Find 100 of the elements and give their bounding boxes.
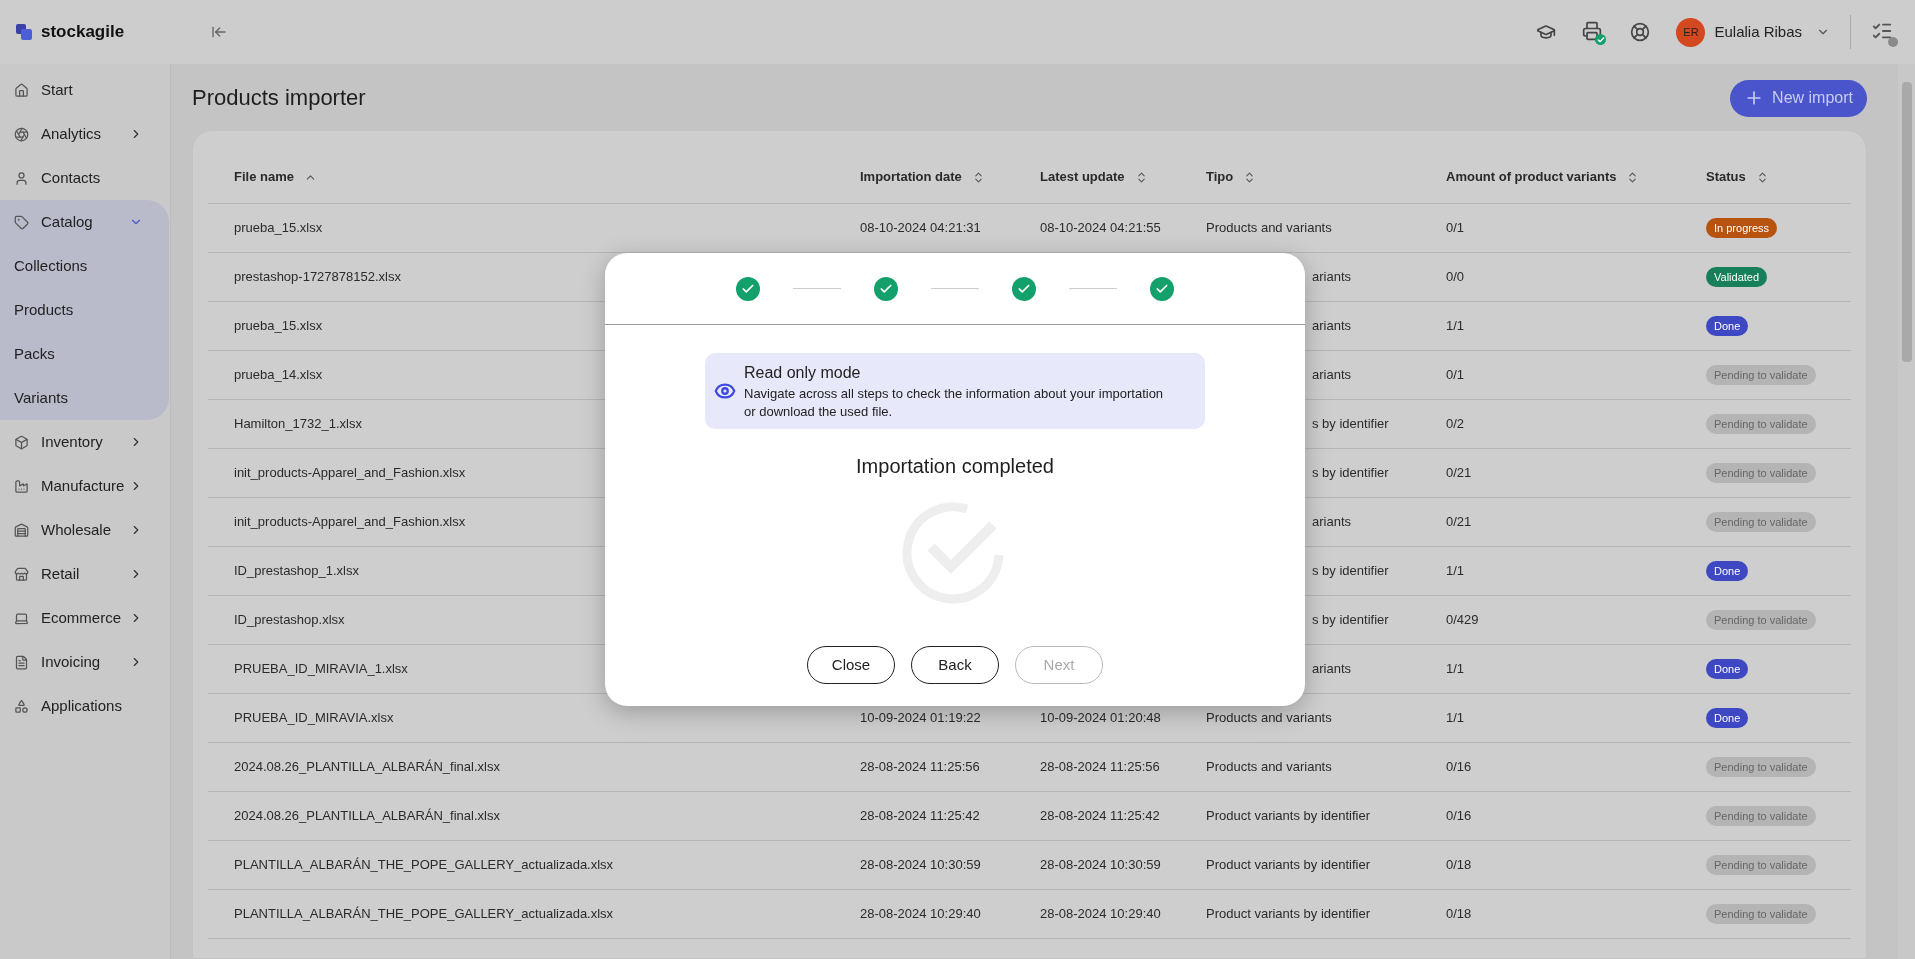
file-name-cell: init_products-Apparel_and_Fashion.xlsx: [234, 465, 466, 481]
file-name-cell: ID_prestashop_1.xlsx: [234, 563, 359, 579]
status-badge: Done: [1706, 560, 1749, 582]
submenu-item[interactable]: Collections: [14, 254, 88, 278]
amount-cell: 0/1: [1446, 367, 1465, 383]
sidebar-item[interactable]: Retail: [41, 562, 129, 586]
graduation-cap-icon[interactable]: [1536, 22, 1557, 42]
file-name-cell: prueba_15.xlsx: [234, 220, 323, 236]
status-badge: Pending to validate: [1706, 462, 1816, 484]
sidebar-item[interactable]: Applications: [41, 694, 129, 718]
box-icon: [14, 434, 29, 450]
file-name-cell: 2024.08.26_PLANTILLA_ALBARÁN_final.xlsx: [234, 759, 500, 775]
status-badge: Done: [1706, 315, 1749, 337]
file-name-cell: Hamilton_1732_1.xlsx: [234, 416, 362, 432]
amount-cell: 0/18: [1446, 906, 1472, 922]
date-cell: 10-09-2024 01:19:22: [860, 710, 981, 726]
date-cell: 28-08-2024 11:25:42: [1040, 808, 1160, 824]
status-badge: Pending to validate: [1706, 903, 1816, 925]
status-badge: In progress: [1706, 217, 1778, 239]
amount-cell: 0/21: [1446, 514, 1472, 530]
printer-icon[interactable]: [1582, 21, 1605, 43]
submenu-item[interactable]: Packs: [14, 342, 55, 366]
sidebar-item[interactable]: Manufacture: [41, 474, 129, 498]
sidebar-item[interactable]: Contacts: [41, 166, 129, 190]
type-cell: Product variants by identifier: [1206, 808, 1371, 824]
avatar[interactable]: ER: [1676, 17, 1706, 47]
status-badge: Validated: [1706, 266, 1768, 288]
dialog-button[interactable]: Back: [911, 646, 999, 684]
submenu-item[interactable]: Products: [14, 298, 74, 322]
status-badge: Pending to validate: [1706, 609, 1816, 631]
type-cell: ariants: [1312, 661, 1352, 677]
sidebar-item[interactable]: Inventory: [41, 430, 129, 454]
column-header[interactable]: Tipo: [1206, 167, 1234, 187]
file-name-cell: prueba_15.xlsx: [234, 318, 323, 334]
type-cell: ariants: [1312, 318, 1352, 334]
home-icon: [14, 82, 29, 98]
status-badge: Done: [1706, 658, 1749, 680]
date-cell: 28-08-2024 10:29:40: [1040, 906, 1161, 922]
factory-icon: [14, 478, 29, 494]
type-cell: s by identifier: [1312, 465, 1389, 481]
type-cell: ariants: [1312, 269, 1352, 285]
type-cell: Product variants by identifier: [1206, 857, 1371, 873]
file-name-cell: 2024.08.26_PLANTILLA_ALBARÁN_final.xlsx: [234, 808, 500, 824]
amount-cell: 0/2: [1446, 416, 1465, 432]
status-badge: Done: [1706, 707, 1749, 729]
status-badge: Pending to validate: [1706, 805, 1816, 827]
amount-cell: 0/1: [1446, 220, 1465, 236]
file-name-cell: PRUEBA_ID_MIRAVIA.xlsx: [234, 710, 394, 726]
type-cell: Product variants by identifier: [1206, 906, 1371, 922]
amount-cell: 0/16: [1446, 759, 1472, 775]
amount-cell: 0/21: [1446, 465, 1472, 481]
type-cell: s by identifier: [1312, 612, 1389, 628]
file-name-cell: PLANTILLA_ALBARÁN_THE_POPE_GALLERY_actualizada.xlsx: [234, 906, 614, 922]
lifebuoy-icon[interactable]: [1630, 22, 1651, 42]
amount-cell: 1/1: [1446, 661, 1465, 677]
notice-title: Read only mode: [744, 363, 862, 383]
user-name[interactable]: Eulalia Ribas: [1714, 20, 1802, 44]
sidebar-item[interactable]: Analytics: [41, 122, 129, 146]
column-header[interactable]: Importation date: [860, 167, 962, 187]
file-name-cell: init_products-Apparel_and_Fashion.xlsx: [234, 514, 466, 530]
type-cell: Products and variants: [1206, 710, 1332, 726]
status-badge: Pending to validate: [1706, 413, 1816, 435]
amount-cell: 1/1: [1446, 563, 1465, 579]
amount-cell: 0/16: [1446, 808, 1472, 824]
file-name-cell: ID_prestashop.xlsx: [234, 612, 345, 628]
type-cell: s by identifier: [1312, 416, 1389, 432]
sidebar-item[interactable]: Wholesale: [41, 518, 129, 542]
dialog-heading: Importation completed: [855, 454, 1055, 479]
new-import-button[interactable]: New import: [1730, 79, 1867, 117]
column-header[interactable]: Amount of product variants: [1446, 167, 1617, 187]
amount-cell: 1/1: [1446, 318, 1465, 334]
aperture-icon: [14, 126, 29, 142]
date-cell: 10-09-2024 01:20:48: [1040, 710, 1161, 726]
sidebar-item[interactable]: Ecommerce: [41, 606, 129, 630]
sidebar-item[interactable]: Invoicing: [41, 650, 129, 674]
dialog-button[interactable]: Close: [807, 646, 895, 684]
date-cell: 28-08-2024 11:25:42: [860, 808, 980, 824]
column-header[interactable]: File name: [234, 167, 294, 187]
status-badge: Pending to validate: [1706, 511, 1816, 533]
file-name-cell: prestashop-1727878152.xlsx: [234, 269, 401, 285]
amount-cell: 0/0: [1446, 269, 1465, 285]
status-badge: Pending to validate: [1706, 756, 1816, 778]
type-cell: Products and variants: [1206, 759, 1332, 775]
user-icon: [14, 170, 29, 186]
sidebar-item[interactable]: Start: [41, 78, 129, 102]
date-cell: 08-10-2024 04:21:55: [1040, 220, 1161, 236]
amount-cell: 0/429: [1446, 612, 1479, 628]
warehouse-icon: [14, 522, 29, 538]
collapse-icon: [211, 24, 227, 40]
sidebar-item[interactable]: Catalog: [41, 210, 129, 234]
file-name-cell: prueba_14.xlsx: [234, 367, 323, 383]
document-icon: [14, 654, 29, 670]
status-badge: Pending to validate: [1706, 854, 1816, 876]
type-cell: s by identifier: [1312, 563, 1389, 579]
submenu-item[interactable]: Variants: [14, 386, 68, 410]
date-cell: 28-08-2024 11:25:56: [1040, 759, 1160, 775]
date-cell: 28-08-2024 10:30:59: [860, 857, 981, 873]
date-cell: 28-08-2024 10:30:59: [1040, 857, 1161, 873]
column-header[interactable]: Status: [1706, 167, 1746, 187]
column-header[interactable]: Latest update: [1040, 167, 1125, 187]
